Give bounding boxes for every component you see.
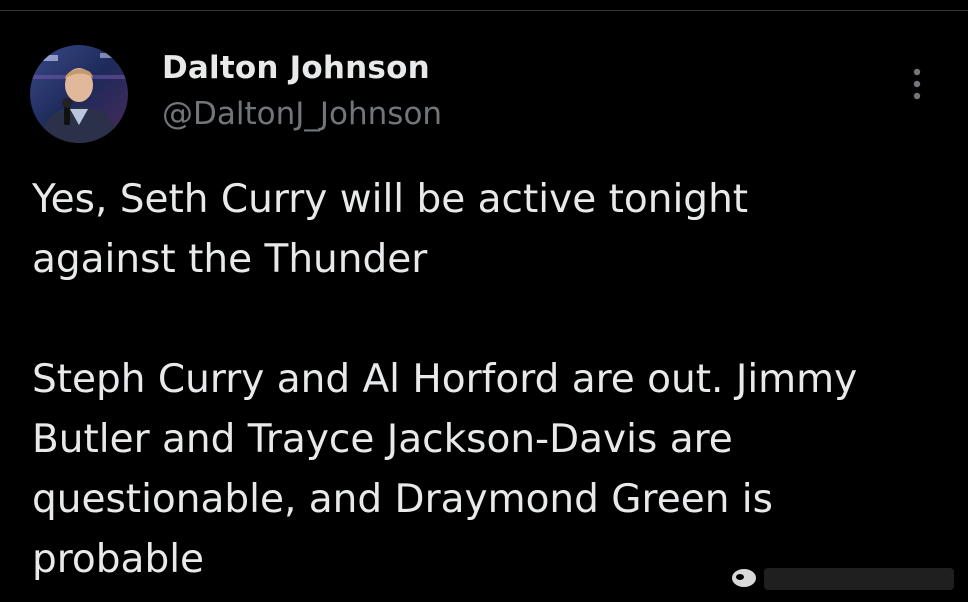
more-vertical-icon	[913, 68, 921, 100]
avatar-photo	[30, 45, 128, 143]
tweet-text: Yes, Seth Curry will be active tonight a…	[32, 177, 858, 582]
author-display-name[interactable]: Dalton Johnson	[162, 50, 430, 86]
watermark	[726, 558, 958, 598]
top-divider	[0, 10, 968, 11]
more-options-button[interactable]	[900, 64, 934, 104]
author-avatar[interactable]	[30, 45, 128, 143]
author-handle[interactable]: @DaltonJ_Johnson	[162, 96, 442, 132]
